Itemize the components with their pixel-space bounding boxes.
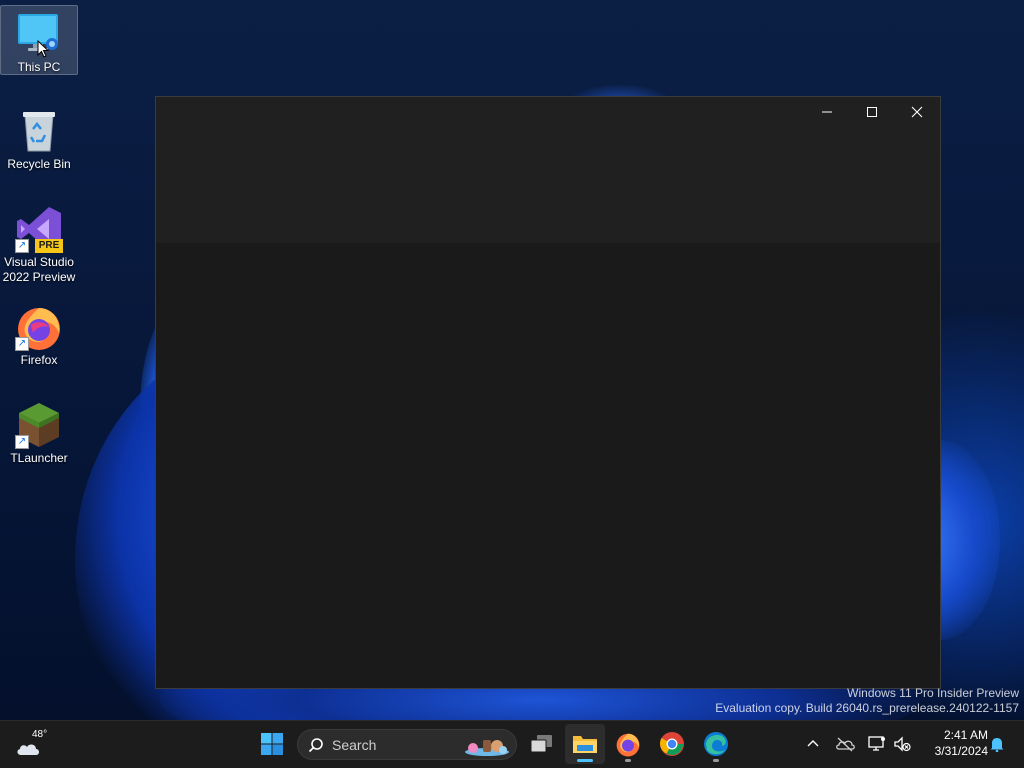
desktop-icon-label: This PC (17, 60, 61, 74)
cloud-off-icon (836, 737, 855, 752)
close-icon (911, 106, 923, 118)
firefox-taskbar-button[interactable] (608, 724, 648, 764)
monitor-icon (15, 10, 63, 58)
desktop-icon-label: Recycle Bin (7, 157, 71, 171)
chrome-icon (660, 732, 684, 756)
recycle-bin-icon (15, 107, 63, 155)
shortcut-arrow-icon: ↗ (15, 337, 29, 351)
task-view-button[interactable] (521, 724, 561, 764)
clock-time: 2:41 AM (943, 728, 988, 742)
taskbar-search[interactable] (297, 729, 517, 760)
desktop-icon-tlauncher[interactable]: ↗ TLauncher (0, 397, 78, 466)
notifications-button[interactable] (985, 732, 1009, 756)
grass-block-icon: ↗ (15, 401, 63, 449)
maximize-button[interactable] (849, 97, 895, 127)
file-explorer-icon (573, 736, 597, 753)
pre-badge: PRE (35, 239, 63, 253)
evaluation-watermark: Windows 11 Pro Insider Preview Evaluatio… (715, 686, 1019, 716)
start-icon (261, 733, 283, 755)
speaker-muted-icon (894, 736, 911, 752)
shortcut-arrow-icon: ↗ (15, 435, 29, 449)
edge-icon (704, 732, 728, 756)
weather-widget[interactable]: 48° (14, 727, 54, 763)
network-icon (868, 736, 885, 751)
firefox-icon (616, 733, 640, 757)
clock-date: 3/31/2024 (934, 744, 988, 758)
shortcut-arrow-icon: ↗ (15, 239, 29, 253)
task-view-icon (530, 735, 552, 753)
mouse-cursor-icon (37, 40, 49, 58)
desktop-icon-label: Firefox (20, 353, 58, 367)
maximize-icon (867, 107, 877, 117)
search-highlight-icon (465, 740, 509, 756)
start-button[interactable] (252, 724, 292, 764)
network-tray-icon[interactable] (865, 732, 889, 756)
show-hidden-icons-button[interactable] (801, 732, 825, 756)
close-button[interactable] (894, 97, 940, 127)
watermark-line-1: Windows 11 Pro Insider Preview (847, 686, 1019, 700)
running-indicator (625, 759, 631, 762)
app-window[interactable] (155, 96, 941, 689)
edge-taskbar-button[interactable] (696, 724, 736, 764)
search-input[interactable] (332, 735, 452, 755)
chevron-up-icon (807, 740, 819, 747)
desktop-icon-label: TLauncher (10, 451, 68, 465)
search-icon (308, 738, 323, 753)
firefox-icon: ↗ (15, 303, 63, 351)
running-indicator (577, 759, 593, 762)
running-indicator (713, 759, 719, 762)
desktop-icon-recycle-bin[interactable]: Recycle Bin (0, 103, 78, 172)
visual-studio-icon: PRE ↗ (15, 205, 63, 253)
volume-tray-icon[interactable] (890, 732, 914, 756)
minimize-icon (822, 111, 832, 113)
desktop-icon-label: Visual Studio 2022 Preview (2, 255, 76, 284)
window-title-bar[interactable] (156, 97, 940, 243)
desktop-icon-this-pc[interactable]: This PC (0, 5, 78, 75)
desktop-icon-firefox[interactable]: ↗ Firefox (0, 299, 78, 368)
file-explorer-button[interactable] (565, 724, 605, 764)
weather-temperature: 48° (32, 729, 48, 740)
desktop-icon-visual-studio[interactable]: PRE ↗ Visual Studio 2022 Preview (0, 201, 78, 285)
chrome-taskbar-button[interactable] (652, 724, 692, 764)
window-content (156, 243, 940, 688)
bell-icon (990, 738, 1004, 752)
taskbar-clock[interactable]: 2:41 AM 3/31/2024 (920, 727, 988, 759)
minimize-button[interactable] (804, 97, 850, 127)
watermark-line-2: Evaluation copy. Build 26040.rs_prerelea… (715, 701, 1019, 715)
onedrive-tray-icon[interactable] (833, 732, 857, 756)
